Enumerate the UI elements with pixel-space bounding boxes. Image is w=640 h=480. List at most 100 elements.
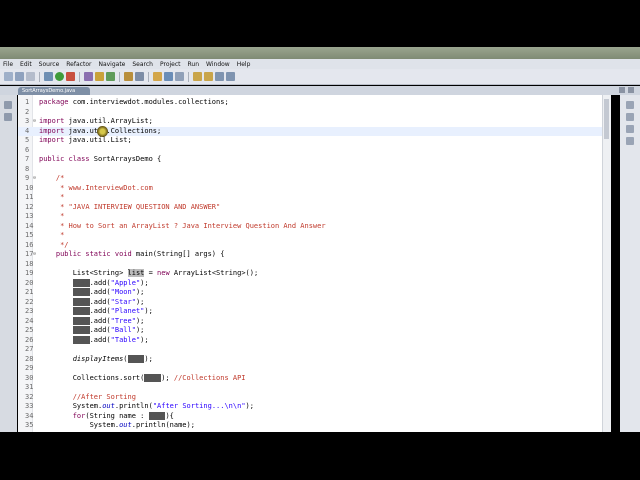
code-line[interactable]: 15 * [18, 231, 611, 241]
scrollbar-thumb[interactable] [604, 99, 609, 139]
new-icon[interactable] [4, 72, 13, 81]
fold-toggle-icon[interactable]: ⊖ [33, 117, 36, 127]
code-line[interactable]: 3 ⊖ import java.util.ArrayList; [18, 117, 611, 127]
menu-navigate[interactable]: Navigate [98, 61, 125, 68]
line-number: 16 [25, 240, 34, 249]
code-line[interactable]: 5 import java.util.List; [18, 136, 611, 146]
code-line[interactable]: 35 System.out.println(name); [18, 421, 611, 431]
code-text: package com.interviewdot.modules.collect… [39, 98, 229, 106]
line-number: 32 [25, 392, 34, 401]
code-text: public class SortArraysDemo { [39, 155, 162, 163]
external-tools-icon[interactable] [66, 72, 75, 81]
code-text: * [39, 212, 65, 220]
outline-icon[interactable] [626, 101, 634, 109]
minimize-icon[interactable] [619, 87, 625, 93]
package-explorer-icon[interactable] [4, 101, 12, 109]
left-minimized-views [0, 95, 17, 432]
console-icon[interactable] [626, 125, 634, 133]
code-line[interactable]: 19 List<String> list = new ArrayList<Str… [18, 269, 611, 279]
toolbar-separator [188, 71, 189, 82]
code-text: * [39, 231, 65, 239]
save-icon[interactable] [15, 72, 24, 81]
line-number: 27 [25, 345, 34, 353]
code-line[interactable]: 1 package com.interviewdot.modules.collec… [18, 98, 611, 108]
code-line[interactable]: 22 list.add("Star"); [18, 297, 611, 308]
vertical-scrollbar[interactable] [602, 95, 611, 432]
menu-edit[interactable]: Edit [20, 61, 32, 68]
code-line[interactable]: 17 ⊖ public static void main(String[] arg… [18, 250, 611, 260]
code-line[interactable]: 8 [18, 165, 611, 175]
code-line[interactable]: 6 [18, 146, 611, 156]
mouse-cursor-icon [97, 126, 108, 137]
code-line[interactable]: 30 Collections.sort(list); //Collections… [18, 373, 611, 384]
code-line[interactable]: 7 public class SortArraysDemo { [18, 155, 611, 165]
line-number: 21 [25, 288, 34, 296]
perspective-icon[interactable] [164, 72, 173, 81]
menu-source[interactable]: Source [39, 61, 60, 68]
annotation-icon[interactable] [153, 72, 162, 81]
fold-toggle-icon[interactable]: ⊖ [33, 250, 36, 260]
code-line[interactable]: 9 ⊖ /* [18, 174, 611, 184]
hierarchy-icon[interactable] [4, 113, 12, 121]
print-icon[interactable] [26, 72, 35, 81]
code-line[interactable]: 29 [18, 364, 611, 374]
code-line[interactable]: 31 [18, 383, 611, 393]
menu-search[interactable]: Search [132, 61, 153, 68]
code-line[interactable]: 10 * www.InterviewDot.com [18, 184, 611, 194]
code-line[interactable]: 18 [18, 260, 611, 270]
new-package-icon[interactable] [95, 72, 104, 81]
next-annotation-icon[interactable] [193, 72, 202, 81]
line-number: 34 [25, 411, 34, 420]
problems-icon[interactable] [626, 137, 634, 145]
menu-project[interactable]: Project [160, 61, 181, 68]
code-line[interactable]: 28 displayItems(list); [18, 354, 611, 365]
line-number: 26 [25, 335, 34, 344]
menu-window[interactable]: Window [206, 61, 230, 68]
toolbar-separator [148, 71, 149, 82]
menu-run[interactable]: Run [188, 61, 200, 68]
code-line[interactable]: 23 list.add("Planet"); [18, 307, 611, 317]
code-line[interactable]: 2 [18, 108, 611, 118]
code-line[interactable]: 11 * [18, 193, 611, 203]
editor-tab[interactable]: SortArraysDemo.java [18, 87, 90, 95]
code-line[interactable]: 21 list.add("Moon"); [18, 288, 611, 298]
menu-refactor[interactable]: Refactor [66, 61, 91, 68]
code-line[interactable]: 27 [18, 345, 611, 355]
debug-icon[interactable] [44, 72, 53, 81]
code-line[interactable]: 12 * "JAVA INTERVIEW QUESTION AND ANSWER… [18, 203, 611, 213]
task-list-icon[interactable] [626, 113, 634, 121]
maximize-icon[interactable] [628, 87, 634, 93]
code-text: * [39, 193, 65, 201]
code-line[interactable]: 26 list.add("Table"); [18, 335, 611, 346]
toolbar-separator [39, 71, 40, 82]
forward-icon[interactable] [226, 72, 235, 81]
code-line[interactable]: 20 list.add("Apple"); [18, 278, 611, 289]
code-editor[interactable]: 1 package com.interviewdot.modules.collec… [18, 95, 611, 432]
fold-toggle-icon[interactable]: ⊖ [33, 174, 36, 184]
pin-icon[interactable] [175, 72, 184, 81]
code-line[interactable]: 33 System.out.println("After Sorting...\… [18, 402, 611, 412]
open-type-icon[interactable] [124, 72, 133, 81]
new-java-project-icon[interactable] [84, 72, 93, 81]
run-icon[interactable] [55, 72, 64, 81]
code-line[interactable]: 24 list.add("Tree"); [18, 316, 611, 327]
search-icon[interactable] [135, 72, 144, 81]
code-line[interactable]: 16 */ [18, 241, 611, 251]
code-line[interactable]: 13 * [18, 212, 611, 222]
code-line[interactable]: 14 * How to Sort an ArrayList ? Java Int… [18, 222, 611, 232]
line-number: 24 [25, 316, 34, 325]
code-line[interactable]: 25 list.add("Ball"); [18, 326, 611, 336]
line-number: 25 [25, 326, 34, 334]
new-class-icon[interactable] [106, 72, 115, 81]
previous-annotation-icon[interactable] [204, 72, 213, 81]
code-line[interactable]: 32 //After Sorting [18, 393, 611, 403]
menu-help[interactable]: Help [237, 61, 251, 68]
menu-bar: File Edit Source Refactor Navigate Search Proj… [0, 59, 640, 69]
back-icon[interactable] [215, 72, 224, 81]
code-line[interactable]: 34 for(String name : list){ [18, 411, 611, 422]
line-number: 1 [25, 98, 30, 106]
code-text: list.add("Planet"); [72, 307, 153, 315]
code-text: List<String> list = new ArrayList<String… [39, 269, 259, 277]
menu-file[interactable]: File [3, 61, 13, 68]
code-text: */ [39, 240, 69, 249]
